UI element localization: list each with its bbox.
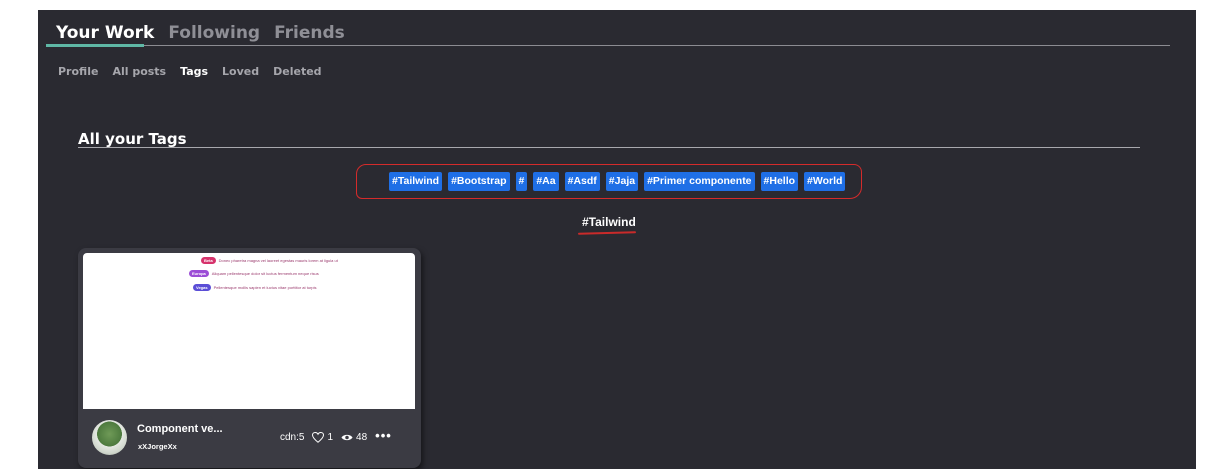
tab-bar-divider bbox=[46, 45, 1170, 46]
tag-chip[interactable]: #Bootstrap bbox=[448, 172, 510, 191]
section-title: All your Tags bbox=[78, 130, 187, 148]
cdn-count: cdn:5 bbox=[280, 432, 305, 443]
more-options-button[interactable]: ••• bbox=[375, 428, 392, 443]
eye-icon bbox=[341, 434, 353, 441]
heart-icon bbox=[312, 432, 325, 443]
preview-text: Donec pharetra magna vel laoreet egestas… bbox=[218, 258, 338, 263]
selected-tag-underline-annotation bbox=[577, 231, 637, 235]
preview-row: Vegas Pellentesque mollis sapien et luct… bbox=[193, 284, 317, 291]
tag-chip[interactable]: # bbox=[515, 172, 528, 191]
tab-friends[interactable]: Friends bbox=[274, 23, 345, 43]
views-count: 48 bbox=[356, 432, 368, 443]
active-tab-indicator bbox=[46, 44, 144, 47]
app-window: Your Work Following Friends Profile All … bbox=[38, 10, 1196, 469]
tag-chip[interactable]: #Tailwind bbox=[389, 172, 443, 191]
section-divider bbox=[78, 147, 1140, 148]
top-tab-bar: Your Work Following Friends bbox=[56, 23, 345, 43]
card-title[interactable]: Component ve... bbox=[137, 423, 237, 435]
preview-text: Aliquam pellentesque dolor sit luctus fe… bbox=[211, 271, 319, 276]
card-footer: Component ve... xXJorgeXx cdn:5 1 48 ••• bbox=[83, 411, 415, 463]
card-author[interactable]: xXJorgeXx bbox=[138, 442, 177, 451]
tag-chip[interactable]: #World bbox=[804, 172, 846, 191]
tab-following[interactable]: Following bbox=[168, 23, 260, 43]
views-stat: 48 bbox=[341, 432, 367, 443]
tag-chip[interactable]: #Primer componente bbox=[644, 172, 755, 191]
preview-row: Europa Aliquam pellentesque dolor sit lu… bbox=[189, 270, 319, 277]
tag-list: #Tailwind #Bootstrap # #Aa #Asdf #Jaja #… bbox=[389, 172, 846, 191]
subtab-profile[interactable]: Profile bbox=[58, 65, 98, 78]
selected-tag-heading: #Tailwind bbox=[582, 215, 636, 229]
card-stats: cdn:5 1 48 ••• bbox=[280, 428, 392, 443]
tag-chip[interactable]: #Aa bbox=[533, 172, 559, 191]
preview-row: Beta Donec pharetra magna vel laoreet eg… bbox=[201, 257, 338, 264]
component-preview[interactable]: Beta Donec pharetra magna vel laoreet eg… bbox=[83, 253, 415, 409]
preview-badge: Europa bbox=[189, 270, 209, 277]
preview-badge: Vegas bbox=[193, 284, 211, 291]
tab-your-work[interactable]: Your Work bbox=[56, 23, 154, 43]
subtab-all-posts[interactable]: All posts bbox=[112, 65, 166, 78]
sub-tab-bar: Profile All posts Tags Loved Deleted bbox=[58, 65, 322, 78]
avatar[interactable] bbox=[92, 420, 127, 455]
tag-chip[interactable]: #Jaja bbox=[605, 172, 639, 191]
component-card[interactable]: Beta Donec pharetra magna vel laoreet eg… bbox=[78, 248, 421, 468]
subtab-deleted[interactable]: Deleted bbox=[273, 65, 321, 78]
preview-text: Pellentesque mollis sapien et luctus vit… bbox=[213, 285, 317, 290]
tag-chip[interactable]: #Hello bbox=[760, 172, 799, 191]
likes-stat[interactable]: 1 bbox=[312, 432, 333, 443]
subtab-tags[interactable]: Tags bbox=[180, 65, 208, 78]
tag-chip[interactable]: #Asdf bbox=[564, 172, 600, 191]
preview-badge: Beta bbox=[201, 257, 216, 264]
subtab-loved[interactable]: Loved bbox=[222, 65, 259, 78]
likes-count: 1 bbox=[327, 432, 334, 443]
